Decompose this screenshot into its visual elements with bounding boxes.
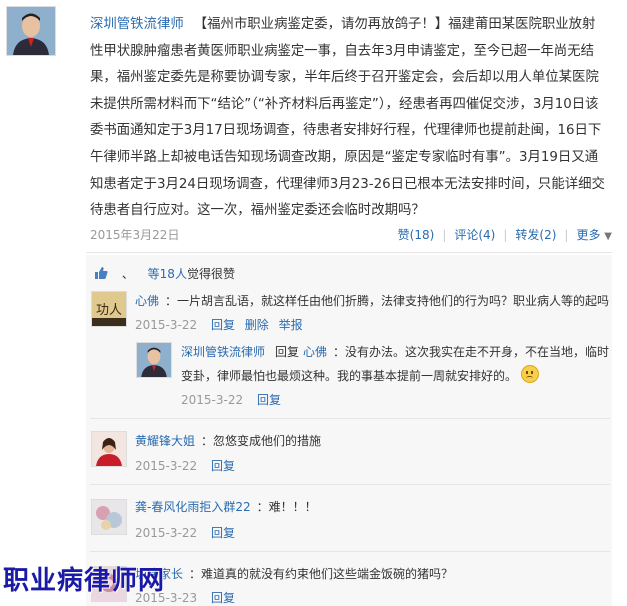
commenter-avatar[interactable] [91,499,127,535]
commenter-avatar[interactable] [91,431,127,467]
post-content: 深圳管铁流律师 【福州市职业病鉴定委，请勿再放鸽子！】福建莆田某医院职业放射性甲状… [90,12,608,225]
comment-text-line: 黄耀锋大姐 ：忽悠变成他们的措施 [135,429,321,453]
divider [90,484,610,485]
thumbs-up-icon [95,267,108,279]
comment-author-link[interactable]: 心佛 [135,294,159,308]
reply-text-2: 变卦，律师最怕也最烦这种。我的事基本提前一周就安排好的。 [181,369,518,383]
comment-meta: 2015-3-22 回复 删除 举报 [135,316,303,333]
reply-button[interactable]: 回复 [211,459,235,473]
post-date[interactable]: 2015年3月22日 [90,226,179,243]
post-text: 【福州市职业病鉴定委，请勿再放鸽子！】福建莆田某医院职业放射性甲状腺肿瘤患者黄医… [90,17,605,219]
divider [86,252,612,253]
commenter-avatar-image [92,500,126,534]
reply-text-line-1: 深圳管铁流律师 回复 心佛 ：没有办法。这次我实在走不开身，不在当地，临时 [181,340,609,364]
likes-count-link[interactable]: 等18人 [148,267,187,281]
post-meta: 2015年3月22日 赞(18) | 评论(4) | 转发(2) | 更多 ▼ [90,226,612,246]
comment-date: 2015-3-22 [135,459,198,473]
reply-button[interactable]: 回复 [211,591,235,605]
likes-suffix: 觉得很赞 [186,267,235,281]
comment-item: 圳伟家长 ：难道真的就没有约束他们这些端金饭碗的猪吗？ [135,562,610,586]
comment-text: ：难道真的就没有约束他们这些端金饭碗的猪吗？ [189,567,454,581]
reply-text-line-2: 变卦，律师最怕也最烦这种。我的事基本提前一周就安排好的。 [181,364,540,388]
likes-summary: 、 等18人觉得很赞 [94,265,235,282]
comment-text: ：忽悠变成他们的措施 [201,434,322,448]
comment-meta: 2015-3-22 回复 [135,457,235,474]
reply-author-link[interactable]: 深圳管铁流律师 [181,345,265,359]
comment-date: 2015-3-22 [135,318,198,332]
comment-text: ：一片胡言乱语，就这样任由他们折腾，法律支持他们的行为吗？职业病人等的起吗 [165,294,610,308]
comment-text-line: 圳伟家长 ：难道真的就没有约束他们这些端金饭碗的猪吗？ [135,562,453,586]
svg-text:功人: 功人 [96,303,122,318]
reply-avatar-image [137,343,171,377]
comment-text: ：难！！！ [256,500,317,514]
comment-text-line: 龚-春风化雨拒入群22 ：难！！！ [135,495,317,519]
reply-date: 2015-3-22 [181,393,244,407]
post-actions: 赞(18) | 评论(4) | 转发(2) | 更多 ▼ [398,226,612,243]
divider: | [442,228,447,242]
reply-word: 回复 [275,345,300,359]
divider: | [503,228,508,242]
commenter-avatar[interactable]: 功人 [91,291,127,327]
commenter-avatar-image [92,432,126,466]
divider [90,418,610,419]
sad-face-icon [521,365,540,383]
commenter-avatar-image: 功人 [92,292,126,326]
chevron-down-icon: ▼ [604,231,612,242]
watermark-text: 职业病律师网 [3,566,166,596]
repost-button[interactable]: 转发(2) [515,228,556,242]
like-button[interactable]: 赞(18) [398,228,435,242]
comment-date: 2015-3-22 [135,526,198,540]
reply-text-1: ：没有办法。这次我实在走不开身，不在当地，临时 [333,345,610,359]
comment-item: 黄耀锋大姐 ：忽悠变成他们的措施 [135,429,610,453]
reply-to-link[interactable]: 心佛 [303,345,327,359]
comment-text-line: 心佛 ：一片胡言乱语，就这样任由他们折腾，法律支持他们的行为吗？职业病人等的起吗 [135,289,609,313]
reply-button[interactable]: 回复 [257,393,281,407]
more-label: 更多 [576,228,601,242]
reply-button[interactable]: 回复 [211,526,235,540]
comment-button[interactable]: 评论(4) [454,228,495,242]
author-avatar-image [7,7,55,55]
reply-meta: 2015-3-22 回复 [181,391,281,408]
reply-author-avatar[interactable] [136,342,172,378]
reply-item: 深圳管铁流律师 回复 心佛 ：没有办法。这次我实在走不开身，不在当地，临时 变卦，律师… [181,340,611,388]
likes-separator: 、 [121,267,134,281]
weibo-feed: 深圳管铁流律师 【福州市职业病鉴定委，请勿再放鸽子！】福建莆田某医院职业放射性甲状… [0,0,627,606]
divider: | [564,228,569,242]
comment-item: 龚-春风化雨拒入群22 ：难！！！ [135,495,610,519]
reply-button[interactable]: 回复 [211,318,235,332]
comment-meta: 2015-3-22 回复 [135,524,235,541]
comment-author-link[interactable]: 龚-春风化雨拒入群22 [135,500,251,514]
divider [90,551,610,552]
comment-item: 心佛 ：一片胡言乱语，就这样任由他们折腾，法律支持他们的行为吗？职业病人等的起吗 [135,289,610,313]
comment-author-link[interactable]: 黄耀锋大姐 [135,434,195,448]
report-button[interactable]: 举报 [279,318,303,332]
delete-button[interactable]: 删除 [245,318,269,332]
more-button[interactable]: 更多 ▼ [576,228,612,242]
post-author-link[interactable]: 深圳管铁流律师 [90,17,184,32]
author-avatar[interactable] [6,6,56,56]
